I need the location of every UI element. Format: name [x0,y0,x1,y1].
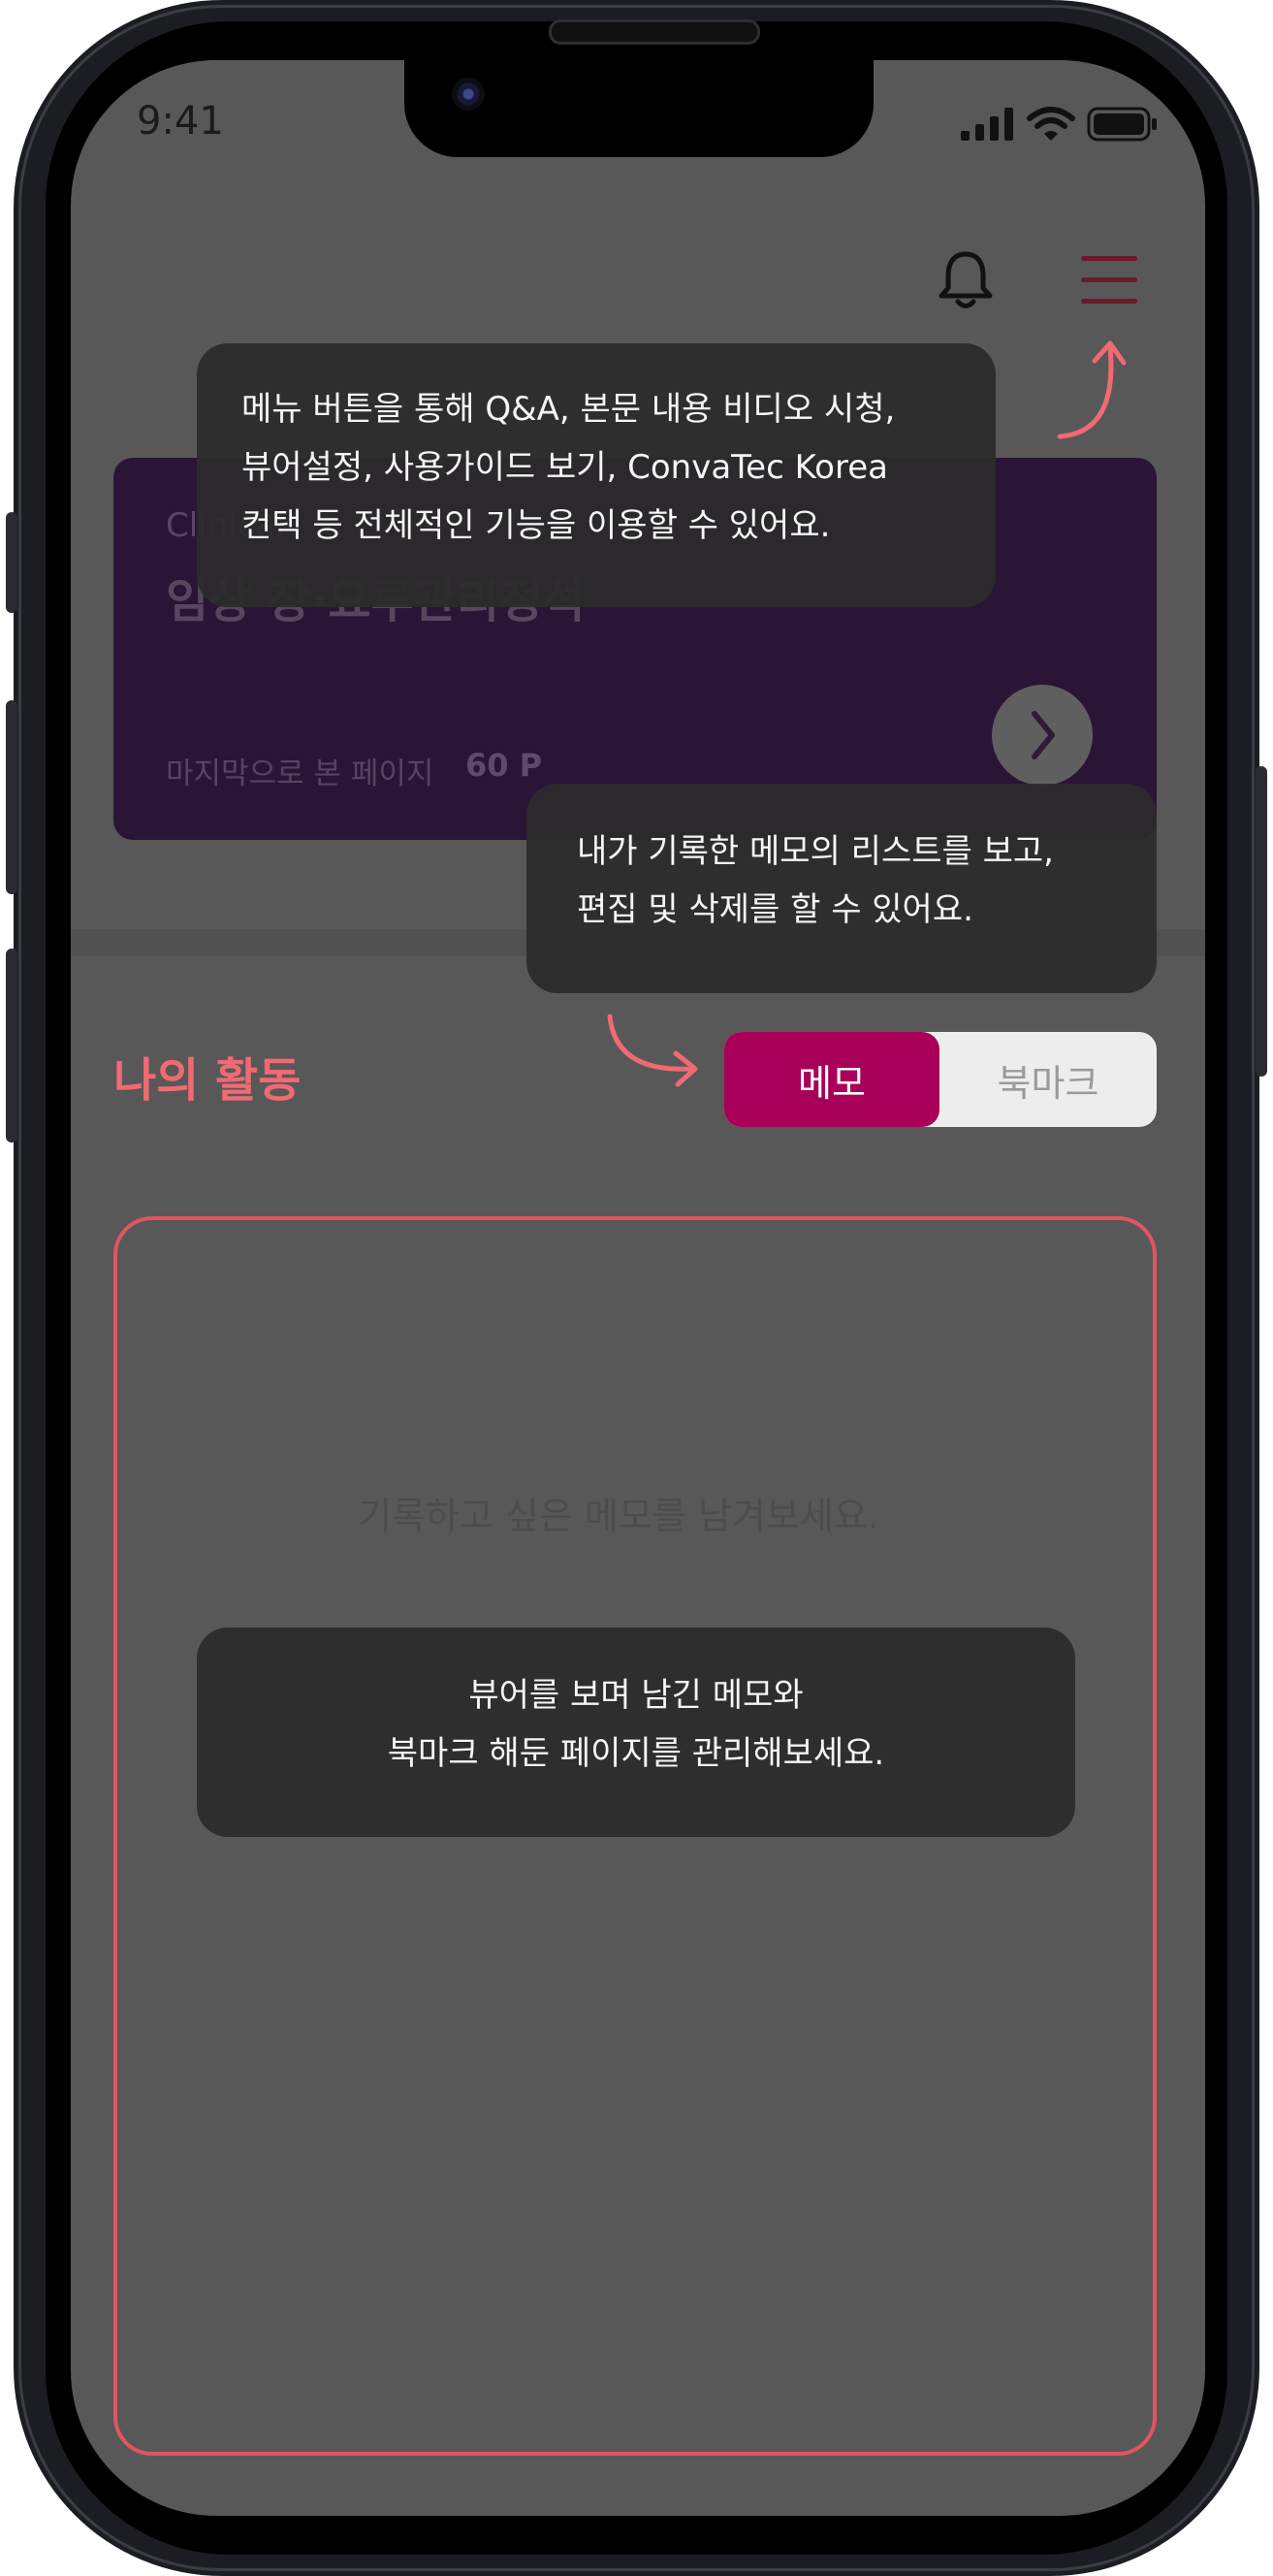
speaker-grille [549,19,760,45]
power-button [1256,766,1267,1077]
activity-toggle: 메모 북마크 [724,1032,1157,1127]
empty-memo-message: 기록하고 싶은 메모를 남겨보세요. [358,1495,879,1537]
tab-memo[interactable]: 메모 [724,1032,939,1127]
last-viewed-page: 60 P [465,747,543,784]
action-button [6,512,17,613]
chevron-right-icon [1032,711,1055,759]
continue-reading-button[interactable] [992,685,1093,786]
bell-icon[interactable] [930,244,1002,316]
hamburger-menu-icon[interactable] [1081,256,1137,305]
curved-arrow-up-icon [1057,340,1127,439]
curved-arrow-right-icon [607,1014,698,1087]
front-camera [452,78,485,111]
viewer-guide-tooltip: 뷰어를 보며 남긴 메모와 북마크 해둔 페이지를 관리해보세요. [197,1627,1075,1837]
status-icons [961,107,1159,142]
tooltip-line: 북마크 해둔 페이지를 관리해보세요. [387,1734,885,1773]
tooltip-line: 편집 및 삭제를 할 수 있어요. [577,890,973,929]
last-viewed-label: 마지막으로 본 페이지 [166,757,434,791]
tooltip-line: 메뉴 버튼을 통해 Q&A, 본문 내용 비디오 시청, [241,390,896,429]
battery-icon [1087,107,1157,142]
tooltip-line: 내가 기록한 메모의 리스트를 보고, [577,832,1054,871]
tooltip-line: 뷰어설정, 사용가이드 보기, ConvaTec Korea [241,448,888,487]
volume-up-button [6,700,17,894]
menu-guide-tooltip: 메뉴 버튼을 통해 Q&A, 본문 내용 비디오 시청, 뷰어설정, 사용가이드… [197,343,996,607]
app-screen: 9:41 Clinical 임상 장·요루관리정석 마지막으로 본 페이지 [71,60,1205,2516]
status-time: 9:41 [137,99,224,144]
my-activity-title: 나의 활동 [113,1053,302,1108]
volume-down-button [6,949,17,1143]
wifi-icon [1027,107,1075,141]
cellular-signal-icon [961,108,1013,141]
tooltip-line: 뷰어를 보며 남긴 메모와 [468,1676,804,1715]
tooltip-line: 컨택 등 전체적인 기능을 이용할 수 있어요. [241,506,831,545]
memo-guide-tooltip: 내가 기록한 메모의 리스트를 보고, 편집 및 삭제를 할 수 있어요. [526,784,1157,993]
tab-bookmark[interactable]: 북마크 [939,1032,1157,1127]
